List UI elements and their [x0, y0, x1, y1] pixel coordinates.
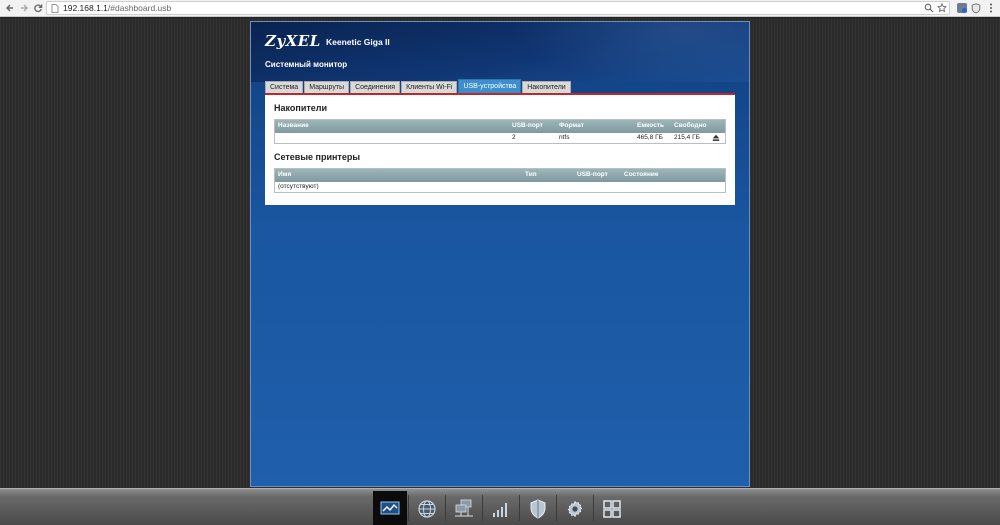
bottom-taskbar: [0, 488, 1000, 525]
url-host: 192.168.1.1: [63, 3, 108, 13]
col-name: Название: [278, 122, 309, 129]
tab-wifi-clients[interactable]: Клиенты Wi-Fi: [401, 81, 458, 93]
col-usb-port: USB-порт: [512, 122, 543, 129]
taskbar-wifi-button[interactable]: [484, 492, 518, 525]
zoom-button[interactable]: [922, 1, 936, 15]
col-printer-type: Тип: [525, 171, 537, 178]
taskbar-network-button[interactable]: [447, 492, 481, 525]
reload-icon: [34, 4, 43, 13]
table-row: (отсутствуют): [275, 182, 725, 192]
zyxel-logo: ZyXEL: [265, 32, 321, 50]
taskbar-settings-button[interactable]: [558, 492, 592, 525]
router-app-window: ZyXEL Keenetic Giga II Системный монитор…: [250, 21, 750, 487]
col-printer-name: Имя: [278, 171, 292, 178]
printers-section-title: Сетевые принтеры: [274, 152, 361, 162]
forward-arrow-icon: [21, 4, 28, 12]
extension-button-1[interactable]: [955, 1, 969, 15]
tab-routes[interactable]: Маршруты: [304, 81, 350, 93]
tab-storage[interactable]: Накопители: [522, 81, 571, 93]
drives-table: Название USB-порт Формат Емкость Свободн…: [274, 119, 726, 144]
browser-menu-button[interactable]: [984, 1, 998, 15]
drive-capacity: 465,8 ГБ: [637, 134, 663, 141]
bookmark-button[interactable]: [935, 1, 949, 15]
tab-bar: Система Маршруты Соединения Клиенты Wi-F…: [265, 78, 572, 93]
settings-gear-icon: [567, 500, 583, 518]
address-bar[interactable]: 192.168.1.1/#dashboard.usb: [46, 1, 950, 15]
taskbar-security-button[interactable]: [521, 492, 555, 525]
eject-icon[interactable]: [712, 134, 720, 142]
taskbar-monitor-button[interactable]: [373, 491, 407, 525]
shield-extension-icon: [971, 2, 981, 14]
col-printer-status: Состояние: [624, 171, 659, 178]
printers-table-header: Имя Тип USB-порт Состояние: [275, 169, 725, 182]
tab-system[interactable]: Система: [265, 81, 304, 93]
page-info-icon: [51, 4, 59, 13]
printers-table: Имя Тип USB-порт Состояние (отсутствуют): [274, 168, 726, 193]
forward-button[interactable]: [17, 1, 31, 15]
taskbar-separator: [482, 495, 483, 521]
col-printer-port: USB-порт: [577, 171, 608, 178]
col-format: Формат: [559, 122, 584, 129]
table-row[interactable]: 2 ntfs 465,8 ГБ 215,4 ГБ: [275, 133, 725, 143]
col-capacity: Емкость: [637, 122, 664, 129]
drive-format: ntfs: [559, 134, 570, 141]
drive-port: 2: [512, 134, 516, 141]
model-name: Keenetic Giga II: [326, 37, 390, 47]
col-free: Свободно: [674, 122, 707, 129]
tab-usb-devices[interactable]: USB-устройства: [458, 79, 522, 93]
taskbar-apps-button[interactable]: [595, 492, 629, 525]
taskbar-separator: [519, 495, 520, 521]
page-title: Системный монитор: [265, 60, 348, 69]
menu-dots-icon: [990, 3, 992, 13]
url-path: /#dashboard.usb: [107, 3, 172, 13]
drive-free: 215,4 ГБ: [674, 134, 700, 141]
app-header: ZyXEL Keenetic Giga II Системный монитор: [251, 22, 749, 82]
extension-button-2[interactable]: [969, 1, 983, 15]
apps-grid-icon: [603, 500, 621, 518]
taskbar-separator: [445, 495, 446, 521]
taskbar-internet-button[interactable]: [410, 492, 444, 525]
tab-connections[interactable]: Соединения: [350, 81, 401, 93]
reload-button[interactable]: [31, 1, 45, 15]
network-icon: [455, 499, 473, 517]
taskbar-separator: [593, 495, 594, 521]
back-arrow-icon: [6, 4, 13, 12]
internet-globe-icon: [418, 500, 436, 518]
monitor-icon: [380, 501, 400, 514]
taskbar-separator: [408, 495, 409, 521]
wifi-signal-icon: [493, 503, 507, 517]
back-button[interactable]: [3, 1, 17, 15]
printers-empty-text: (отсутствуют): [278, 183, 319, 190]
translate-extension-icon: [957, 3, 967, 13]
drives-table-header: Название USB-порт Формат Емкость Свободн…: [275, 120, 725, 133]
drives-section-title: Накопители: [274, 103, 328, 113]
star-icon: [937, 3, 947, 13]
taskbar-separator: [556, 495, 557, 521]
content-panel: Накопители Название USB-порт Формат Емко…: [265, 95, 735, 205]
security-shield-icon: [530, 499, 546, 519]
magnifier-icon: [924, 3, 934, 13]
browser-toolbar: 192.168.1.1/#dashboard.usb: [0, 0, 1000, 17]
